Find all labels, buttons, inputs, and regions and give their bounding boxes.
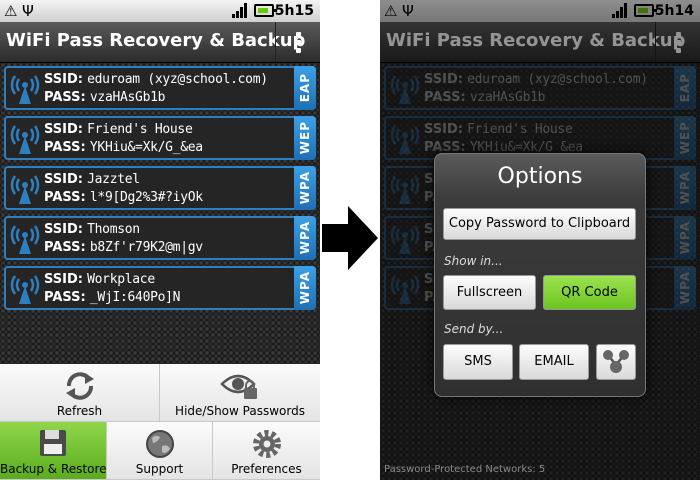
qr-code-button[interactable]: QR Code — [543, 275, 636, 310]
backup-restore-label: Backup & Restore — [0, 462, 107, 476]
network-text: SSID: Friend's House PASS: YKHiu&=Xk/G_&e… — [44, 121, 203, 157]
wifi-tower-icon — [10, 75, 40, 104]
backup-restore-button[interactable]: Backup & Restore — [0, 422, 107, 480]
overflow-menu-button[interactable] — [275, 22, 320, 62]
security-type-badge: WEP — [294, 116, 316, 160]
network-text: SSID: JazztelPASS: l*9[Dg2%3#?iyOk — [44, 171, 203, 207]
password-value: _WjI:640Po]N — [89, 290, 181, 305]
share-icon — [603, 350, 629, 373]
security-type-badge: EAP — [294, 66, 316, 110]
signal-icon — [232, 3, 248, 18]
security-type-badge: WPA — [294, 266, 316, 310]
ssid-value: Friend's House — [87, 122, 193, 137]
password-value: l*9[Dg2%3#?iyOk — [89, 190, 203, 205]
password-value: YKHiu&=Xk/G_&ea — [89, 140, 203, 155]
gear-icon — [252, 430, 281, 458]
email-button[interactable]: EMAIL — [519, 344, 589, 380]
network-item[interactable]: SSID: WorkplacePASS: _WjI:640Po]N WPA — [4, 266, 316, 310]
preferences-button[interactable]: Preferences — [213, 422, 320, 480]
wifi-tower-icon — [10, 175, 40, 204]
wifi-tower-icon — [10, 125, 40, 154]
ssid-value: Thomson — [87, 222, 140, 237]
action-menu: Refresh Hide/Show Passwords Backup & Res… — [0, 364, 320, 480]
status-clock: 5h15 — [274, 3, 314, 19]
copy-password-button[interactable]: Copy Password to Clipboard — [443, 208, 636, 240]
floppy-disk-icon — [40, 430, 66, 456]
ssid-value: Jazztel — [87, 172, 140, 187]
send-by-label: Send by... — [444, 322, 504, 336]
sms-button[interactable]: SMS — [443, 344, 513, 380]
ssid-label: SSID: — [44, 222, 83, 237]
pass-label: PASS: — [44, 140, 86, 155]
pass-label: PASS: — [44, 190, 86, 205]
ssid-label: SSID: — [44, 122, 83, 137]
wifi-tower-icon — [10, 225, 40, 254]
battery-icon — [254, 4, 277, 17]
support-label: Support — [135, 462, 184, 476]
network-item[interactable]: SSID: eduroam (xyz@school.com) PASS: vzaH… — [4, 66, 316, 110]
network-item[interactable]: SSID: JazztelPASS: l*9[Dg2%3#?iyOk WPA — [4, 166, 316, 210]
fullscreen-button[interactable]: Fullscreen — [443, 275, 536, 310]
phone-screen-after: ⚠ Ψ 5h14 WiFi Pass Recovery & Backup SSI… — [380, 0, 700, 480]
share-button[interactable] — [596, 344, 636, 380]
pass-label: PASS: — [44, 240, 86, 255]
transition-arrow-icon — [322, 206, 378, 270]
security-type: EAP — [298, 73, 312, 103]
network-text: SSID: WorkplacePASS: _WjI:640Po]N — [44, 271, 181, 307]
refresh-icon — [65, 372, 94, 400]
refresh-label: Refresh — [56, 404, 103, 418]
ssid-label: SSID: — [44, 272, 83, 287]
network-list: SSID: eduroam (xyz@school.com) PASS: vzaH… — [4, 66, 316, 316]
warning-icon: ⚠ — [4, 2, 18, 20]
password-value: b8Zf'r79K2@m|gv — [89, 240, 203, 255]
network-count-status: Password-Protected Networks: 5 — [384, 464, 546, 475]
options-dialog: Options Copy Password to Clipboard Show … — [434, 153, 646, 397]
ssid-label: SSID: — [44, 172, 83, 187]
security-type: WPA — [298, 221, 312, 255]
network-item[interactable]: SSID: ThomsonPASS: b8Zf'r79K2@m|gv WPA — [4, 216, 316, 260]
pass-label: PASS: — [44, 90, 86, 105]
ssid-value: Workplace — [87, 272, 155, 287]
security-type: WPA — [298, 171, 312, 205]
hide-show-passwords-button[interactable]: Hide/Show Passwords — [160, 364, 320, 422]
preferences-label: Preferences — [231, 462, 302, 476]
security-type-badge: WPA — [294, 166, 316, 210]
security-type: WPA — [298, 271, 312, 305]
security-type: WEP — [298, 121, 312, 155]
ssid-value: eduroam (xyz@school.com) — [87, 72, 268, 87]
app-title-bar: WiFi Pass Recovery & Backup — [0, 22, 320, 63]
refresh-button[interactable]: Refresh — [0, 364, 160, 422]
wifi-tower-icon — [10, 275, 40, 304]
security-type-badge: WPA — [294, 216, 316, 260]
hide-show-label: Hide/Show Passwords — [175, 404, 305, 418]
app-title: WiFi Pass Recovery & Backup — [6, 30, 306, 51]
support-button[interactable]: Support — [107, 422, 213, 480]
eye-lock-icon — [220, 374, 257, 399]
phone-screen-before: ⚠ Ψ 5h15 WiFi Pass Recovery & Backup SSI… — [0, 0, 320, 480]
show-in-label: Show in... — [444, 254, 503, 268]
dialog-title: Options — [497, 164, 583, 189]
network-text: SSID: eduroam (xyz@school.com) PASS: vzaH… — [44, 71, 268, 107]
pass-label: PASS: — [44, 290, 86, 305]
globe-icon — [145, 430, 174, 458]
network-item[interactable]: SSID: Friend's House PASS: YKHiu&=Xk/G_&e… — [4, 116, 316, 160]
network-text: SSID: ThomsonPASS: b8Zf'r79K2@m|gv — [44, 221, 203, 257]
usb-icon: Ψ — [22, 2, 34, 20]
password-value: vzaHAsGb1b — [89, 90, 166, 105]
status-bar: ⚠ Ψ 5h15 — [0, 0, 320, 22]
ssid-label: SSID: — [44, 72, 83, 87]
